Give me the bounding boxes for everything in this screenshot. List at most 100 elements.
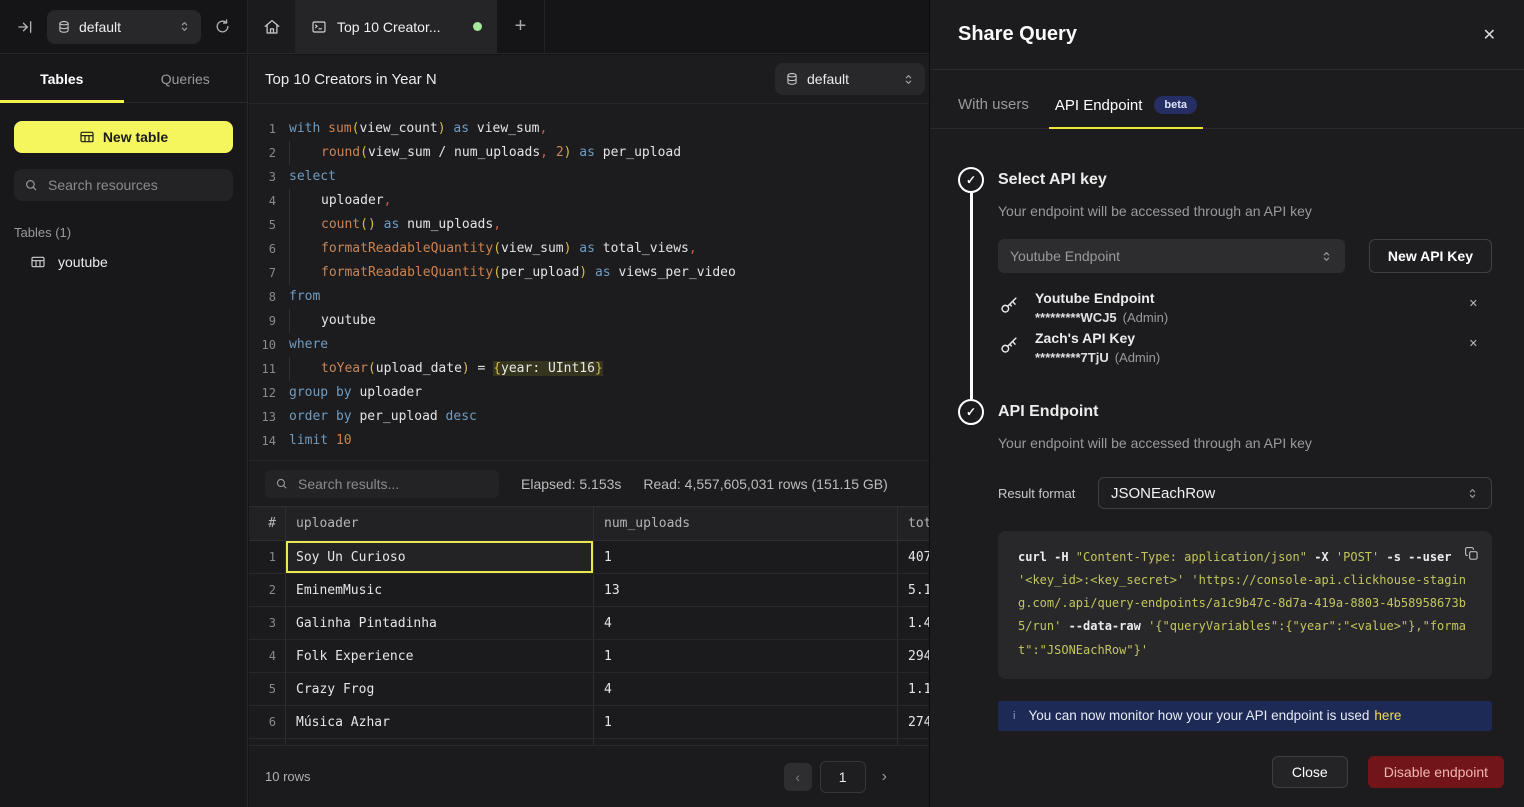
code-line[interactable]: 13order by per_upload desc [249, 405, 929, 429]
copy-button[interactable] [1464, 546, 1479, 561]
api-endpoint-title: API Endpoint [998, 399, 1492, 425]
cell-total-views[interactable]: 407 [897, 541, 929, 573]
code-text: round(view_sum / num_uploads, 2) as per_… [289, 141, 681, 165]
code-line[interactable]: 10where [249, 333, 929, 357]
code-line[interactable]: 11toYear(upload_date) = {year: UInt16} [249, 357, 929, 381]
cell-total-views[interactable]: 294 [897, 640, 929, 672]
cell-uploader[interactable]: EminemMusic [285, 574, 593, 606]
cell-num-uploads[interactable]: 1 [593, 640, 897, 672]
column-header-num-uploads[interactable]: num_uploads [593, 507, 897, 540]
results-table-body: 1Soy Un Curioso14072EminemMusic135.13Gal… [249, 541, 929, 745]
panel-body: ✓ Select API key Your endpoint will be a… [930, 129, 1524, 756]
code-line[interactable]: 4uploader, [249, 189, 929, 213]
cell-num-uploads[interactable]: 1 [593, 706, 897, 738]
line-number: 14 [249, 429, 276, 453]
close-button[interactable]: Close [1272, 756, 1348, 788]
table-row: 2EminemMusic135.1 [249, 574, 929, 607]
cell-uploader[interactable]: Crazy Frog [285, 673, 593, 705]
code-line[interactable]: 14 limit 10 [249, 429, 929, 453]
code-line[interactable]: 9youtube [249, 309, 929, 333]
collapse-sidebar-button[interactable] [16, 18, 34, 36]
cell-num-uploads[interactable]: 13 [593, 574, 897, 606]
new-tab-button[interactable]: + [497, 0, 545, 53]
cell-num-uploads[interactable]: 4 [593, 673, 897, 705]
api-key-info: Zach's API Key*********7TjU(Admin) [1035, 329, 1469, 367]
row-index: 5 [249, 673, 285, 705]
column-header-total-views[interactable]: tot [897, 507, 929, 540]
tab-api-endpoint[interactable]: API Endpoint beta [1055, 96, 1197, 128]
api-key-name: Zach's API Key [1035, 329, 1469, 348]
code-line[interactable]: 8 from [249, 285, 929, 309]
code-text: limit 10 [289, 429, 352, 453]
api-key-list: Youtube Endpoint*********WCJ5(Admin)✕Zac… [998, 289, 1492, 369]
search-resources-input[interactable] [46, 176, 223, 194]
code-text: formatReadableQuantity(view_sum) as tota… [289, 237, 697, 261]
new-api-key-button[interactable]: New API Key [1369, 239, 1492, 273]
curl-command: curl -H "Content-Type: application/json"… [1018, 546, 1472, 662]
info-link-here[interactable]: here [1374, 708, 1401, 723]
database-selector[interactable]: default [47, 10, 201, 44]
search-results-input[interactable] [296, 475, 489, 493]
tab-query[interactable]: Top 10 Creator... [296, 0, 497, 53]
refresh-icon [214, 18, 231, 35]
result-format-row: Result format JSONEachRow [998, 477, 1492, 509]
line-number: 8 [249, 285, 276, 309]
result-format-dropdown[interactable]: JSONEachRow [1098, 477, 1492, 509]
code-line[interactable]: 1with sum(view_count) as view_sum, [249, 117, 929, 141]
code-text: from [289, 285, 320, 309]
query-database-selector[interactable]: default [775, 63, 925, 95]
tab-tables[interactable]: Tables [0, 55, 124, 102]
column-header-uploader[interactable]: uploader [285, 507, 593, 540]
remove-key-button[interactable]: ✕ [1469, 297, 1478, 310]
cell-num-uploads[interactable]: 4 [593, 607, 897, 639]
cell-uploader[interactable]: Galinha Pintadinha [285, 607, 593, 639]
code-line[interactable]: 2round(view_sum / num_uploads, 2) as per… [249, 141, 929, 165]
table-grid-icon [79, 129, 95, 145]
line-number: 1 [249, 117, 276, 141]
tab-with-users[interactable]: With users [958, 96, 1029, 128]
tab-home[interactable] [248, 0, 296, 53]
cell-num-uploads[interactable]: 1 [593, 541, 897, 573]
sidebar-item-youtube[interactable]: youtube [0, 254, 247, 270]
prev-page-button[interactable]: ‹ [784, 763, 812, 791]
search-icon [275, 477, 288, 490]
new-table-button[interactable]: New table [14, 121, 233, 153]
cell-uploader[interactable]: Folk Experience [285, 640, 593, 672]
close-icon[interactable]: ✕ [1483, 25, 1496, 45]
stepper-line [970, 193, 973, 399]
panel-header: Share Query ✕ [930, 0, 1524, 70]
code-line[interactable]: 3select [249, 165, 929, 189]
remove-key-button[interactable]: ✕ [1469, 337, 1478, 350]
chevron-up-down-icon [1320, 250, 1333, 263]
cell-total-views[interactable]: 1.1 [897, 673, 929, 705]
indent-guide [289, 309, 321, 333]
row-count: 10 rows [265, 769, 784, 784]
key-icon [998, 294, 1020, 316]
cell-total-views[interactable]: 5.1 [897, 574, 929, 606]
database-icon [785, 72, 799, 86]
disable-endpoint-button[interactable]: Disable endpoint [1368, 756, 1504, 788]
panel-tabs: With users API Endpoint beta [930, 70, 1524, 129]
code-line[interactable]: 6formatReadableQuantity(view_sum) as tot… [249, 237, 929, 261]
code-text: toYear(upload_date) = {year: UInt16} [289, 357, 603, 381]
cell-uploader[interactable]: Música Azhar [285, 706, 593, 738]
refresh-button[interactable] [214, 18, 231, 35]
code-line[interactable]: 12group by uploader [249, 381, 929, 405]
cell-total-views[interactable]: 1.4 [897, 607, 929, 639]
next-page-button[interactable]: › [882, 768, 887, 786]
page-number[interactable]: 1 [820, 761, 866, 793]
sql-editor[interactable]: 1with sum(view_count) as view_sum,2round… [249, 104, 929, 460]
api-key-sub: *********7TjU(Admin) [1035, 348, 1469, 367]
code-line[interactable]: 7formatReadableQuantity(per_upload) as v… [249, 261, 929, 285]
topbar-left: default [0, 0, 248, 53]
code-line[interactable]: 5count() as num_uploads, [249, 213, 929, 237]
api-endpoint-subtitle: Your endpoint will be accessed through a… [998, 433, 1492, 453]
code-text: count() as num_uploads, [289, 213, 501, 237]
chevron-up-down-icon [902, 73, 915, 86]
api-key-dropdown[interactable]: Youtube Endpoint [998, 239, 1345, 273]
step-check-icon: ✓ [958, 399, 984, 425]
row-index: 6 [249, 706, 285, 738]
tab-queries[interactable]: Queries [124, 55, 248, 102]
cell-total-views[interactable]: 274 [897, 706, 929, 738]
cell-uploader[interactable]: Soy Un Curioso [285, 541, 593, 573]
